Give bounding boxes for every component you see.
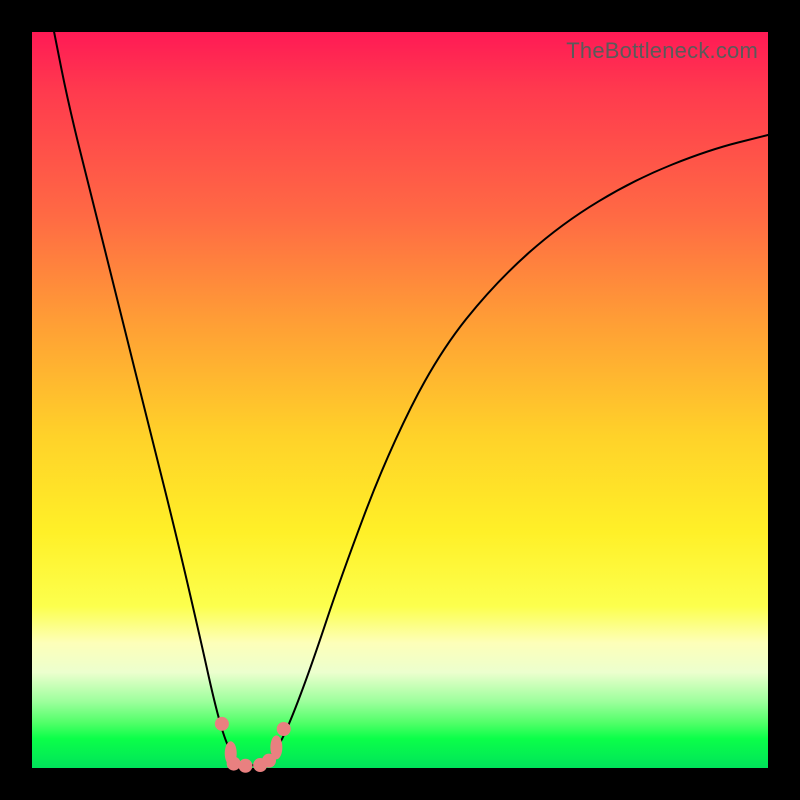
marker-dot <box>270 735 282 759</box>
chart-frame: TheBottleneck.com <box>0 0 800 800</box>
plot-area: TheBottleneck.com <box>32 32 768 768</box>
bottleneck-curve <box>54 32 768 765</box>
marker-dot <box>238 759 252 773</box>
bottleneck-curve-svg <box>32 32 768 768</box>
marker-dot <box>277 722 291 736</box>
watermark-text: TheBottleneck.com <box>566 38 758 64</box>
marker-dot <box>215 717 229 731</box>
marker-dot <box>227 757 241 771</box>
